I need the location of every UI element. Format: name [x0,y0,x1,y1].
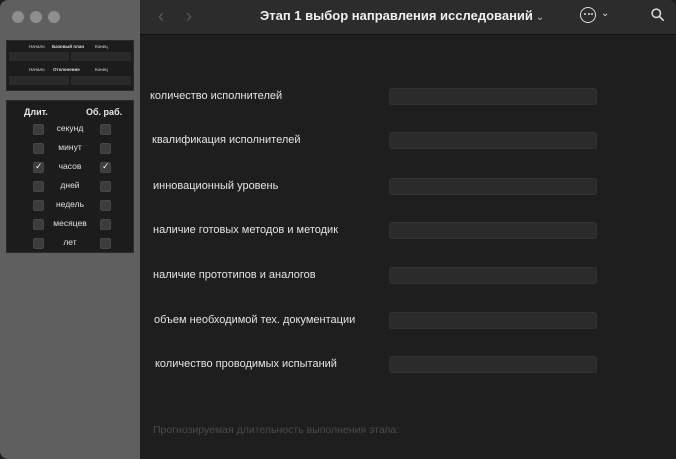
close-window-button[interactable] [12,11,24,23]
chevron-down-icon: ⌄ [535,12,545,23]
field-label: количество исполнителей [150,90,283,102]
work-unit-checkbox[interactable] [100,124,111,135]
search-icon[interactable] [651,8,664,21]
work-unit-checkbox[interactable] [100,181,111,192]
duration-unit-label: секунд [56,123,84,133]
field-label: квалификация исполнителей [152,134,301,146]
duration-unit-checkbox[interactable] [33,181,44,192]
baseline-label: Базовый план [52,44,85,49]
duration-unit-checkbox[interactable] [33,161,44,173]
duration-unit-label: месяцев [53,218,87,228]
title-bar: ‹ › Этап 1 выбор направления исследовани… [140,0,676,35]
duration-unit-label: минут [58,142,82,152]
duration-row: минут [7,141,133,155]
work-unit-checkbox[interactable] [100,219,111,230]
duration-unit-label: лет [63,237,77,247]
baseline-start-cell[interactable] [9,52,69,61]
field-label: количество проводимых испытаний [155,358,337,370]
baseline-end-label: Конец [95,44,108,49]
app-window: Начало Базовый план Конец Начало Отклоне… [0,0,676,459]
deviation-end-label: Конец [95,67,108,72]
baseline-mini-table: Начало Базовый план Конец Начало Отклоне… [6,40,134,91]
duration-row: лет [7,236,133,250]
duration-row: недель [7,198,133,212]
field-label: наличие прототипов и аналогов [153,269,316,281]
zoom-window-button[interactable] [48,11,60,23]
forecast-duration-label: Прогнозируемая длительность выполнения э… [153,424,400,436]
duration-unit-checkbox[interactable] [33,219,44,230]
duration-unit-label: недель [55,199,85,209]
deviation-start-label: Начало [29,67,45,72]
work-unit-checkbox[interactable] [100,238,111,249]
field-input[interactable] [389,267,597,284]
duration-unit-checkbox[interactable] [33,238,44,249]
main-content: количество исполнителей квалификация испо… [140,35,676,459]
deviation-label: Отклонение [53,67,80,72]
back-button[interactable]: ‹ [158,6,164,27]
work-unit-checkbox[interactable] [100,200,111,211]
deviation-end-cell[interactable] [71,76,131,85]
duration-units-panel: Длит. Об. раб. секунд минут часов дней недел… [6,100,134,253]
duration-header: Длит. [24,107,48,117]
field-input[interactable] [389,356,597,373]
baseline-start-label: Начало [29,44,45,49]
window-title[interactable]: Этап 1 выбор направления исследований ⌄ [260,8,544,23]
deviation-start-cell[interactable] [9,76,69,85]
field-input[interactable] [389,178,597,195]
work-unit-checkbox[interactable] [100,143,111,154]
duration-unit-checkbox[interactable] [33,200,44,211]
sidebar: Начало Базовый план Конец Начало Отклоне… [0,0,140,459]
minimize-window-button[interactable] [30,11,42,23]
baseline-end-cell[interactable] [71,52,131,61]
field-input[interactable] [389,132,597,149]
work-header: Об. раб. [86,107,123,117]
duration-row: секунд [7,122,133,136]
field-input[interactable] [389,88,597,105]
work-unit-checkbox[interactable] [100,161,111,173]
duration-unit-label: часов [58,161,82,171]
duration-unit-label: дней [60,180,80,190]
more-menu-chevron-icon[interactable]: ⌄ [601,8,609,19]
window-title-text: Этап 1 выбор направления исследований [260,8,533,23]
forward-button[interactable]: › [186,6,192,27]
duration-row: дней [7,179,133,193]
field-input[interactable] [389,222,597,239]
duration-unit-checkbox[interactable] [33,124,44,135]
duration-row: часов [7,160,133,174]
field-input[interactable] [389,312,597,329]
field-label: наличие готовых методов и методик [153,224,339,236]
field-label: инновационный уровень [153,180,279,192]
duration-unit-checkbox[interactable] [33,143,44,154]
ellipsis-circle-icon[interactable] [580,7,596,23]
duration-row: месяцев [7,217,133,231]
field-label: объем необходимой тех. документации [154,314,356,326]
